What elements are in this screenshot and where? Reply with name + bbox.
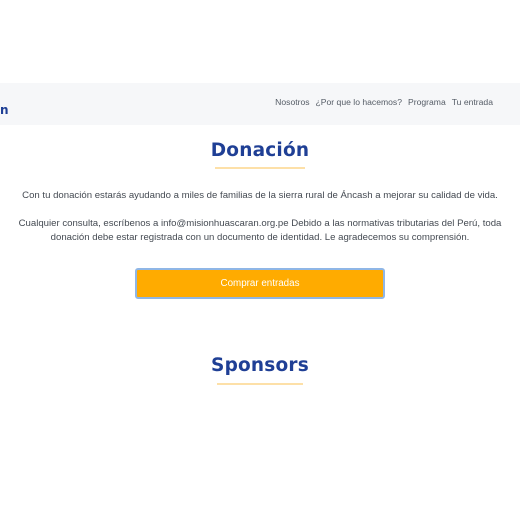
donation-title: Donación [210,140,310,161]
donation-contact-line-1: Cualquier consulta, escríbenos a info@mi… [18,218,502,229]
buy-tickets-button[interactable]: Comprar entradas [135,268,385,299]
nav-link-tu-entrada[interactable]: Tu entrada [452,97,493,107]
main-navigation: Nosotros ¿Por que lo hacemos? Programa T… [275,97,493,107]
sponsors-title: Sponsors [211,355,309,376]
nav-link-programa[interactable]: Programa [408,97,446,107]
nav-link-nosotros[interactable]: Nosotros [275,97,309,107]
brand-logo-text[interactable]: n [0,103,9,117]
donation-title-underline [215,167,305,169]
donation-contact-line-2: donación debe estar registrada con un do… [50,232,470,243]
nav-link-por-que[interactable]: ¿Por que lo hacemos? [316,97,402,107]
donation-description: Con tu donación estarás ayudando a miles… [22,190,498,201]
sponsors-title-underline [217,383,303,385]
